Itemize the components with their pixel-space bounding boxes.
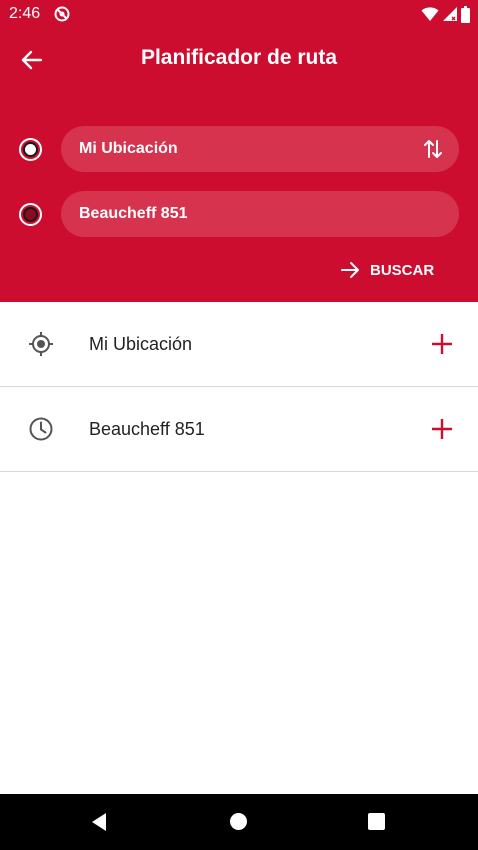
system-navigation-bar xyxy=(0,794,478,850)
page-title: Planificador de ruta xyxy=(140,46,338,69)
nav-home-icon[interactable] xyxy=(230,813,247,830)
origin-value: Mi Ubicación xyxy=(79,140,178,157)
do-not-disturb-icon xyxy=(54,6,70,22)
nav-back-icon[interactable] xyxy=(89,812,109,832)
list-item-history[interactable]: Beaucheff 851 xyxy=(0,387,478,472)
origin-input[interactable]: Mi Ubicación xyxy=(61,126,459,172)
plus-icon[interactable] xyxy=(430,332,454,356)
plus-icon[interactable] xyxy=(430,417,454,441)
my-location-icon xyxy=(29,332,53,356)
origin-marker xyxy=(19,138,42,161)
wifi-icon xyxy=(421,7,439,21)
swap-icon[interactable] xyxy=(421,137,445,161)
suggestions-list: Mi Ubicación Beaucheff 851 xyxy=(0,302,478,472)
list-item-label: Beaucheff 851 xyxy=(89,419,205,439)
route-planner-header: 2:46 Planificador de ruta Mi Ubicación B… xyxy=(0,0,478,302)
nav-recents-icon[interactable] xyxy=(368,813,385,830)
search-button[interactable]: BUSCAR xyxy=(340,256,434,284)
search-label: BUSCAR xyxy=(370,261,435,279)
destination-marker xyxy=(19,203,42,226)
destination-input[interactable]: Beaucheff 851 xyxy=(61,191,459,237)
signal-icon xyxy=(443,7,457,21)
status-bar: 2:46 xyxy=(0,0,478,28)
list-item-my-location[interactable]: Mi Ubicación xyxy=(0,302,478,387)
list-item-label: Mi Ubicación xyxy=(89,334,193,354)
destination-value: Beaucheff 851 xyxy=(79,205,188,222)
status-time: 2:46 xyxy=(9,5,41,22)
history-clock-icon xyxy=(29,417,53,441)
arrow-right-icon xyxy=(341,262,359,278)
battery-icon xyxy=(461,5,470,23)
status-icons xyxy=(421,5,470,23)
